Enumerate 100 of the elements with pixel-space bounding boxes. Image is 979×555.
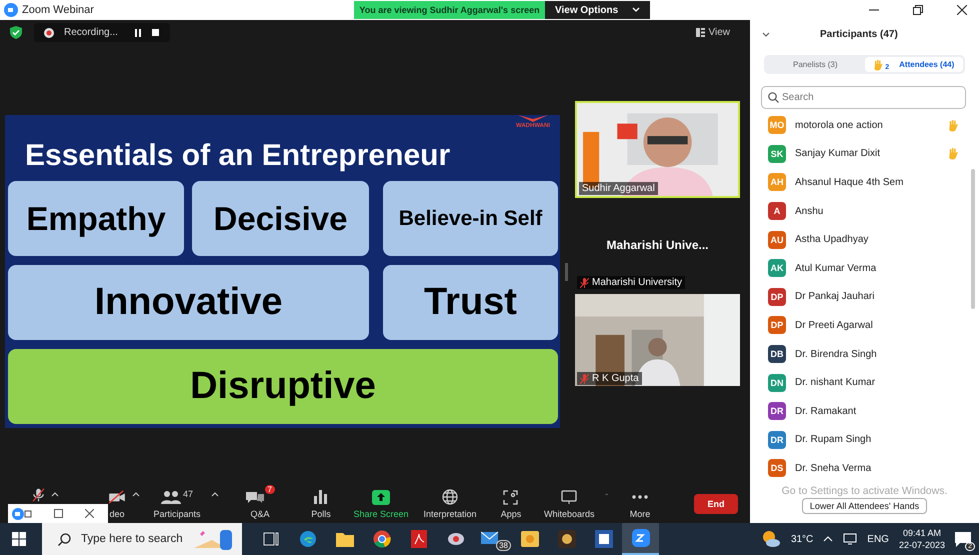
zoom-logo-icon	[4, 3, 18, 17]
muted-mic-icon	[32, 488, 45, 502]
language-indicator[interactable]: ENG	[867, 534, 889, 544]
layout-icon	[696, 28, 704, 37]
restore-icon[interactable]	[913, 5, 923, 15]
wing-logo-icon	[518, 115, 548, 123]
stop-icon[interactable]	[152, 28, 160, 36]
participant-row[interactable]: A Anshu	[750, 196, 979, 226]
mail-count-badge: 38	[496, 540, 511, 551]
slide-tile: Innovative	[8, 265, 369, 340]
windows-start-icon[interactable]	[12, 532, 26, 546]
pause-icon[interactable]	[134, 28, 142, 36]
avatar: DR	[768, 402, 786, 420]
collapse-icon[interactable]	[762, 32, 770, 36]
video-off-icon	[108, 490, 126, 504]
slide-tile: Disruptive	[8, 349, 558, 424]
participant-row[interactable]: AK Atul Kumar Verma	[750, 254, 979, 283]
toolbar-button[interactable]: Whiteboards	[540, 485, 599, 519]
whiteboard-icon	[561, 490, 578, 504]
participant-name: Sanjay Kumar Dixit	[795, 148, 880, 160]
participant-row[interactable]: DR Dr. Ramakant	[750, 396, 979, 426]
toolbar-button[interactable]: deo	[108, 485, 126, 519]
search-icon	[58, 532, 71, 546]
tab[interactable]: Panelists (3)	[766, 57, 864, 72]
close-icon[interactable]	[85, 509, 94, 518]
video-tile[interactable]: Sudhir Aggarwal	[575, 101, 740, 198]
participant-row[interactable]: AU Astha Upadhyay	[750, 225, 979, 254]
share-screen-icon	[372, 490, 390, 504]
toolbar-button[interactable]: Polls	[307, 485, 335, 519]
toolbar-button[interactable]: More	[626, 485, 654, 519]
toolbar-button[interactable]: 47 Participants	[149, 485, 205, 519]
participant-row[interactable]: DN Dr. nishant Kumar	[750, 368, 979, 397]
end-button[interactable]: End	[694, 494, 738, 514]
avatar: AH	[768, 173, 786, 192]
name-label: R K Gupta	[592, 373, 639, 384]
search-field[interactable]: Search	[761, 86, 966, 109]
close-icon[interactable]	[957, 5, 967, 15]
people-icon	[160, 490, 181, 504]
avatar: SK	[768, 144, 786, 163]
participant-name: Ahsanul Haque 4th Sem	[795, 176, 904, 188]
slide-tile: Believe-in Self	[383, 181, 558, 256]
participant-name: Dr. Birendra Singh	[795, 348, 877, 360]
participant-row[interactable]: DS Dr. Sneha Verma	[750, 454, 979, 483]
network-icon[interactable]	[843, 533, 858, 545]
participant-row[interactable]: DR Dr. Rupam Singh	[750, 426, 979, 454]
toolbar-button[interactable]: Share Screen	[349, 485, 413, 519]
chat-bubbles-icon	[245, 489, 265, 505]
toolbar-button[interactable]: 7 Q&A	[241, 485, 279, 519]
avatar: A	[768, 202, 786, 220]
count-badge: 7	[264, 485, 275, 494]
slide-tile: Decisive	[192, 181, 369, 256]
avatar: DP	[768, 316, 786, 334]
participant-name: motorola one action	[795, 120, 883, 131]
view-button[interactable]: View	[690, 26, 736, 39]
participant-count: 47	[182, 489, 193, 499]
video-tile[interactable]: R K Gupta	[575, 294, 740, 386]
taskbar-app-icon[interactable]	[622, 523, 659, 555]
caret-icon[interactable]	[51, 492, 59, 497]
participant-name: Dr Pankaj Jauhari	[795, 291, 874, 302]
taskbar-search-field[interactable]: Type here to search	[42, 523, 242, 555]
window-title: Zoom Webinar	[22, 4, 94, 16]
bar-chart-icon	[314, 490, 328, 504]
more-icon	[632, 495, 648, 499]
name-label: Sudhir Aggarwal	[582, 183, 655, 194]
toolbar-button[interactable]: Apps	[496, 485, 526, 519]
participant-name: Dr. Rupam Singh	[795, 434, 872, 446]
temperature: 31°C	[790, 534, 814, 544]
participant-row[interactable]: SK Sanjay Kumar Dixit	[750, 140, 979, 168]
raised-hand-icon	[873, 58, 884, 70]
toolbar-button[interactable]: Interpretation	[419, 485, 481, 519]
caret-icon[interactable]	[210, 492, 219, 497]
avatar: AK	[768, 259, 786, 278]
weather-icon[interactable]	[760, 530, 781, 548]
avatar: DN	[768, 374, 786, 392]
caret-icon[interactable]	[132, 492, 140, 497]
participant-row[interactable]: DP Dr Preeti Agarwal	[750, 311, 979, 340]
zoom-logo-icon[interactable]	[12, 508, 32, 520]
lower-hands-button[interactable]: Lower All Attendees' Hands	[802, 498, 928, 514]
shield-icon[interactable]	[10, 26, 22, 39]
view-options-button[interactable]: View Options	[545, 1, 650, 19]
avatar: AU	[768, 230, 786, 249]
participant-row[interactable]: MO motorola one action	[750, 111, 979, 140]
participant-name: Dr Preeti Agarwal	[795, 320, 873, 331]
participant-name: Maharishi Unive...	[606, 238, 709, 252]
avatar: DR	[768, 430, 786, 449]
participant-name: Astha Upadhyay	[795, 234, 868, 246]
participant-name: Dr. Sneha Verma	[795, 462, 872, 474]
mail-app-button[interactable]: 38	[474, 523, 511, 555]
clock-time[interactable]: 09:41 AM	[902, 528, 941, 538]
clock-date[interactable]: 22-07-2023	[898, 540, 945, 550]
participant-row[interactable]: DB Dr. Birendra Singh	[750, 340, 979, 368]
participant-row[interactable]: DP Dr Pankaj Jauhari	[750, 282, 979, 312]
chevron-up-icon[interactable]	[823, 536, 834, 542]
participant-row[interactable]: AH Ahsanul Haque 4th Sem	[750, 168, 979, 197]
activation-notice: Go to Settings to activate Windows.	[782, 485, 948, 497]
slide-title: Essentials of an Entrepreneur	[25, 139, 450, 173]
avatar: DP	[768, 288, 786, 306]
caret-icon	[632, 7, 640, 13]
share-banner: You are viewing Sudhir Aggarwal's screen	[354, 1, 545, 19]
maximize-icon[interactable]	[54, 509, 63, 518]
